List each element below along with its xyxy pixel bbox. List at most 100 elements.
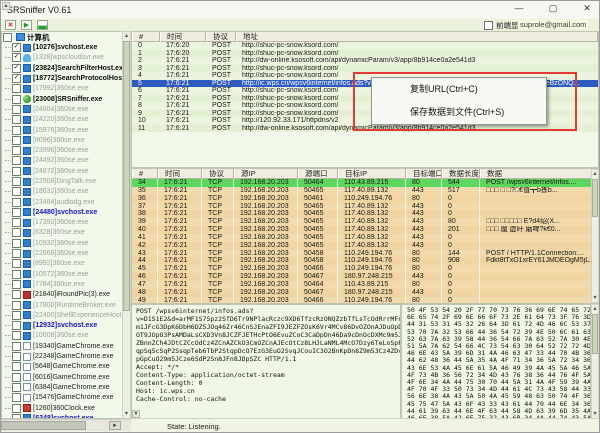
clear-capture-icon[interactable]: ✕ xyxy=(5,20,16,30)
http-request-row[interactable]: 1 17:6:20 POST http://shuc-pc-snow.ksord… xyxy=(132,50,598,58)
packet-row[interactable]: 43 17:6:21 TCP 192.168.20.203 50458 110.… xyxy=(132,250,598,258)
process-checkbox[interactable] xyxy=(12,352,21,361)
process-item[interactable]: [23464]audiodg.exe xyxy=(2,197,130,207)
process-item[interactable]: [23996]360se.exe xyxy=(2,145,130,155)
process-item[interactable]: [10276]svchost.exe xyxy=(2,43,130,53)
http-scroll-up-icon[interactable]: ▲ xyxy=(2,2,10,10)
process-checkbox[interactable] xyxy=(12,136,21,145)
packet-row[interactable]: 36 17:6:21 TCP 192.168.20.203 50461 110.… xyxy=(132,195,598,203)
process-checkbox[interactable] xyxy=(12,321,21,330)
process-item[interactable]: [15476]GameChrome.exe xyxy=(2,393,130,403)
process-item[interactable]: [24492]360se.exe xyxy=(2,156,130,166)
process-item[interactable]: [23824]SearchFilterHost.ex xyxy=(2,63,130,73)
scroll-down-icon[interactable]: ▼ xyxy=(592,410,598,418)
tree-horizontal-scrollbar[interactable]: ► xyxy=(1,419,131,431)
http-request-row[interactable]: 2 17:6:21 POST http://dw-online.ksosoft.… xyxy=(132,57,598,65)
http-request-row[interactable]: 3 17:6:21 POST http://shuc-pc-snow.ksord… xyxy=(132,65,598,73)
process-checkbox[interactable] xyxy=(12,53,21,62)
process-item[interactable]: [5648]GameChrome.exe xyxy=(2,362,130,372)
process-item[interactable]: [8992]360se.exe xyxy=(2,259,130,269)
packet-row[interactable]: 37 17:6:21 TCP 192.168.20.203 50465 117.… xyxy=(132,203,598,211)
process-checkbox[interactable] xyxy=(12,393,21,402)
process-item[interactable]: [10932]360se.exe xyxy=(2,238,130,248)
pkt-col-protocol[interactable]: 协议 xyxy=(202,169,234,179)
process-item[interactable]: [6384]GameChrome.exe xyxy=(2,382,130,392)
process-item[interactable]: [15976]360se.exe xyxy=(2,125,130,135)
process-item[interactable]: [24872]360se.exe xyxy=(2,166,130,176)
process-checkbox[interactable] xyxy=(12,126,21,135)
packet-row[interactable]: 42 17:6:21 TCP 192.168.20.203 50465 117.… xyxy=(132,242,598,250)
process-checkbox[interactable] xyxy=(12,198,21,207)
process-checkbox[interactable] xyxy=(12,187,21,196)
detail-scroll-down-icon[interactable]: ▼ xyxy=(132,410,140,418)
save-capture-icon[interactable]: ▂ xyxy=(37,20,48,30)
process-item[interactable]: [7784]360se.exe xyxy=(2,279,130,289)
process-checkbox[interactable] xyxy=(12,259,21,268)
packet-table-scrollbar[interactable]: ▲ ▼ xyxy=(591,169,599,303)
process-checkbox[interactable] xyxy=(12,105,21,114)
process-checkbox[interactable] xyxy=(12,43,21,52)
process-item[interactable]: [10572]360se.exe xyxy=(2,269,130,279)
pkt-col-dest-ip[interactable]: 目标IP xyxy=(338,169,406,179)
process-checkbox[interactable] xyxy=(12,177,21,186)
process-item[interactable]: [12932]svchost.exe xyxy=(2,321,130,331)
start-capture-icon[interactable]: ▶ xyxy=(21,20,32,30)
process-item[interactable]: [22348]GameChrome.exe xyxy=(2,351,130,361)
process-item[interactable]: [1328]wpscloudsvr.exe xyxy=(2,53,130,63)
process-item[interactable]: [22508]DingTalk.exe xyxy=(2,176,130,186)
packet-row[interactable]: 47 17:6:21 TCP 192.168.20.203 50464 110.… xyxy=(132,281,598,289)
tree-vertical-scrollbar[interactable]: ▲ ▼ xyxy=(122,31,131,419)
packet-row[interactable]: 46 17:6:21 TCP 192.168.20.203 50467 180.… xyxy=(132,273,598,281)
scroll-up-icon[interactable]: ▲ xyxy=(592,305,598,313)
process-checkbox[interactable] xyxy=(12,218,21,227)
process-checkbox[interactable] xyxy=(12,156,21,165)
process-checkbox[interactable] xyxy=(12,84,21,93)
process-checkbox[interactable] xyxy=(12,249,21,258)
root-checkbox[interactable] xyxy=(3,33,12,42)
process-item[interactable]: [24220]360se.exe xyxy=(2,115,130,125)
process-checkbox[interactable] xyxy=(12,362,21,371)
minimize-button[interactable]: — xyxy=(513,3,525,14)
packet-row[interactable]: 45 17:6:21 TCP 192.168.20.203 50466 110.… xyxy=(132,265,598,273)
hex-scroll-thumb[interactable] xyxy=(592,314,598,354)
packet-row[interactable]: 38 17:6:21 TCP 192.168.20.203 50465 117.… xyxy=(132,210,598,218)
process-checkbox[interactable] xyxy=(12,301,21,310)
scroll-up-icon[interactable]: ▲ xyxy=(592,170,598,178)
scroll-right-icon[interactable]: ► xyxy=(109,421,121,430)
process-checkbox[interactable] xyxy=(12,115,21,124)
maximize-button[interactable]: ▢ xyxy=(547,3,559,14)
http-col-time[interactable]: 时间 xyxy=(160,32,206,42)
process-checkbox[interactable] xyxy=(12,383,21,392)
http-col-protocol[interactable]: 协议 xyxy=(206,32,236,42)
process-item[interactable]: [18632]360se.exe xyxy=(2,187,130,197)
process-checkbox[interactable] xyxy=(12,270,21,279)
packet-row[interactable]: 40 17:6:21 TCP 192.168.20.203 50465 117.… xyxy=(132,226,598,234)
scroll-down-icon[interactable]: ▼ xyxy=(123,410,130,418)
process-item[interactable]: [17392]360se.exe xyxy=(2,218,130,228)
scroll-up-icon[interactable]: ▲ xyxy=(123,32,130,40)
pkt-col-data-length[interactable]: 数据长度 xyxy=(442,169,480,179)
pkt-col-source-port[interactable]: 源端口 xyxy=(298,169,338,179)
process-item[interactable]: [21840]iRoundPic(3).exe xyxy=(2,290,130,300)
process-checkbox[interactable] xyxy=(12,228,21,237)
process-checkbox[interactable] xyxy=(12,239,21,248)
pkt-col-data[interactable]: 数据 xyxy=(480,169,598,179)
process-checkbox[interactable] xyxy=(12,146,21,155)
packet-row[interactable]: 48 17:6:21 TCP 192.168.20.203 50467 180.… xyxy=(132,289,598,297)
packet-scroll-thumb[interactable] xyxy=(592,179,598,217)
pkt-col-dest-port[interactable]: 目标端口 xyxy=(406,169,442,179)
process-item[interactable]: [17800]RuntimeBroker.exe xyxy=(2,300,130,310)
process-checkbox[interactable] xyxy=(12,167,21,176)
process-item[interactable]: [6016]GameChrome.exe xyxy=(2,372,130,382)
process-checkbox[interactable] xyxy=(12,290,21,299)
process-item[interactable]: [8096]360se.exe xyxy=(2,135,130,145)
process-checkbox[interactable] xyxy=(12,208,21,217)
process-checkbox[interactable] xyxy=(12,311,21,320)
packet-row[interactable]: 35 17:6:21 TCP 192.168.20.203 50465 117.… xyxy=(132,187,598,195)
packet-row[interactable]: 39 17:6:21 TCP 192.168.20.203 50465 117.… xyxy=(132,218,598,226)
pkt-col-time[interactable]: 时间 xyxy=(158,169,202,179)
http-request-row[interactable]: 0 17:6:20 POST http://shuc-pc-snow.ksord… xyxy=(132,42,598,50)
process-item[interactable]: [24480]svchost.exe xyxy=(2,207,130,217)
tree-hscroll-thumb[interactable] xyxy=(1,421,86,430)
packet-row[interactable]: 44 17:6:21 TCP 192.168.20.203 50458 110.… xyxy=(132,257,598,265)
